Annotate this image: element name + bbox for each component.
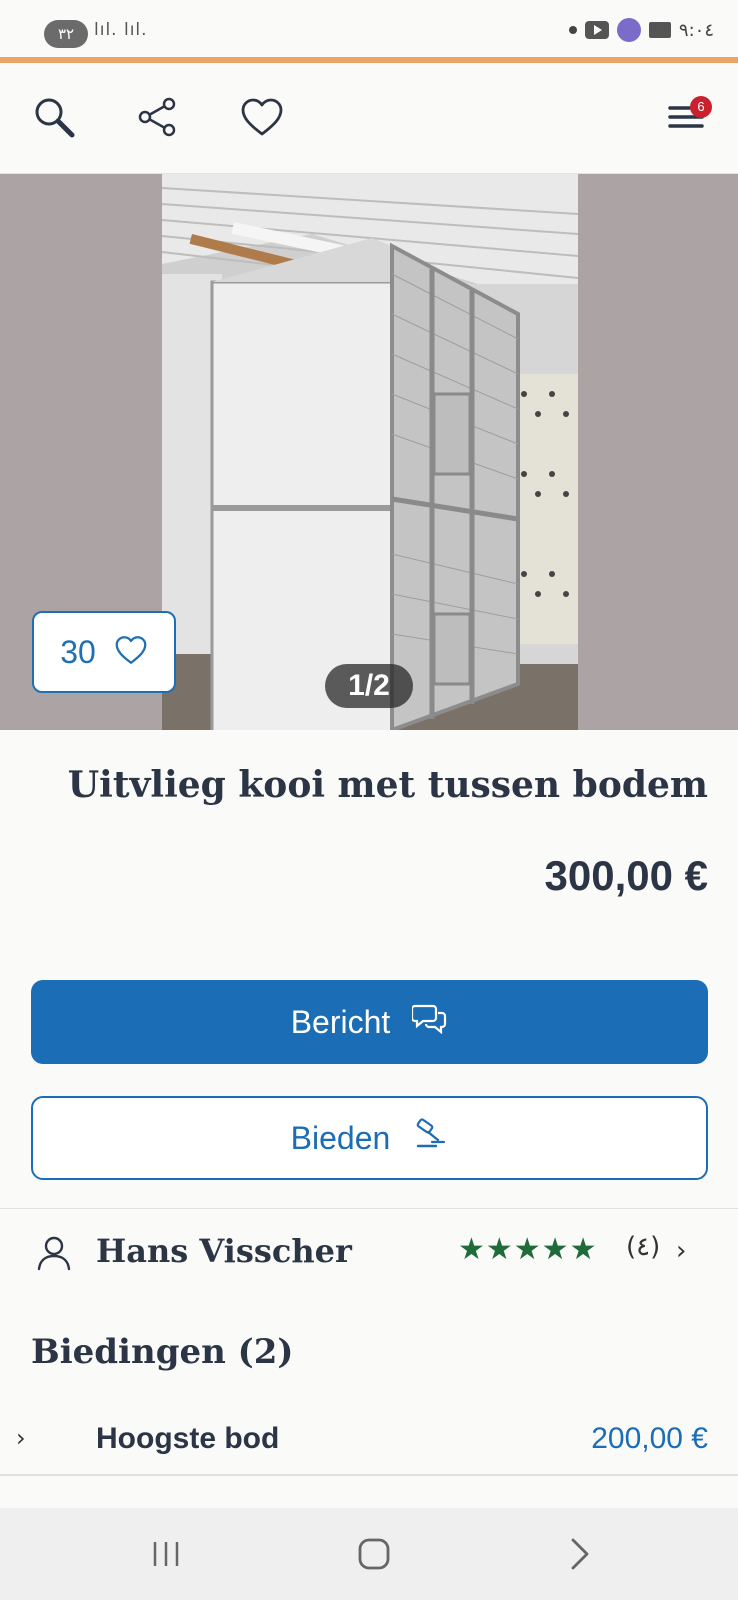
home-icon[interactable] (344, 1528, 404, 1580)
favorites-counter[interactable]: 30 (32, 611, 176, 693)
rating-stars: ★★★★★ (458, 1232, 598, 1267)
chat-bubbles-icon (411, 1002, 448, 1042)
chevron-right-icon[interactable]: › (676, 1236, 686, 1266)
listing-title: Uitvlieg kooi met tussen bodem (67, 764, 708, 806)
app-avatar-icon (616, 18, 641, 42)
signal-icons: lıl. lıl. (94, 20, 148, 40)
search-icon[interactable] (30, 93, 78, 141)
gavel-icon (412, 1118, 448, 1158)
product-photo (162, 174, 578, 730)
divider (0, 1208, 738, 1209)
share-icon[interactable] (134, 93, 182, 141)
message-button-label: Bericht (290, 1003, 391, 1040)
image-pager: 1/2 (325, 664, 413, 708)
bid-button-label: Bieden (290, 1119, 391, 1156)
bids-section-title: Biedingen (2) (31, 1332, 294, 1372)
status-bar: ٣٢ lıl. lıl. ٩:٠٤ (0, 0, 738, 58)
highest-bid-value: 200,00 € (591, 1422, 708, 1455)
message-button[interactable]: Bericht (31, 980, 708, 1064)
favorites-count: 30 (60, 633, 96, 670)
review-count: (٤) (626, 1232, 661, 1262)
app-header (0, 63, 738, 174)
status-pill: ٣٢ (44, 20, 88, 48)
heart-icon[interactable] (238, 93, 286, 141)
image-gallery[interactable]: 30 1/2 (0, 174, 738, 730)
notification-dot-icon (568, 26, 577, 34)
bid-button[interactable]: Bieden (31, 1096, 708, 1180)
clock: ٩:٠٤ (678, 19, 714, 41)
divider (0, 1474, 738, 1476)
heart-outline-icon (114, 635, 148, 669)
user-icon (36, 1234, 72, 1276)
recent-apps-icon[interactable] (136, 1528, 196, 1580)
menu-badge: 6 (690, 96, 712, 118)
status-right: ٩:٠٤ (568, 18, 714, 42)
chevron-right-icon[interactable]: › (16, 1424, 26, 1452)
listing-price: 300,00 € (544, 852, 709, 899)
system-nav-bar (0, 1508, 738, 1600)
highest-bid-label[interactable]: Hoogste bod (96, 1422, 279, 1456)
seller-name[interactable]: Hans Visscher (96, 1232, 352, 1270)
back-icon[interactable] (550, 1528, 610, 1580)
mail-icon (648, 22, 671, 38)
youtube-icon (584, 21, 609, 39)
